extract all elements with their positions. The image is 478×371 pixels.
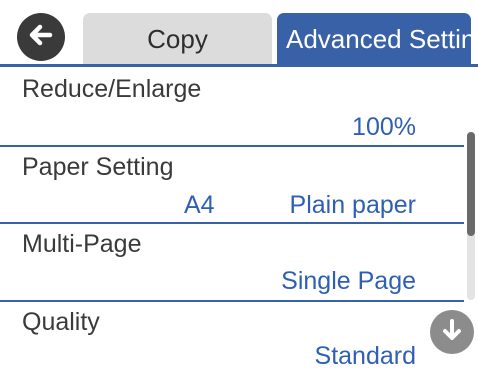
setting-row-reduce-enlarge[interactable]: Reduce/Enlarge 100% [0,67,464,145]
setting-row-quality[interactable]: Quality Standard [0,302,464,370]
setting-value: Standard [314,342,416,370]
setting-label: Reduce/Enlarge [22,75,202,103]
scrollbar-thumb[interactable] [467,132,475,236]
setting-value: 100% [352,113,416,141]
arrow-down-icon [439,317,465,348]
setting-label: Quality [22,308,100,336]
tab-advanced-settings-label: Advanced Setting [286,23,471,54]
setting-row-multi-page[interactable]: Multi-Page Single Page [0,224,464,300]
setting-label: Multi-Page [22,230,142,258]
setting-value: Single Page [281,267,416,295]
tab-advanced-settings[interactable]: Advanced Setting [277,13,471,65]
tab-copy[interactable]: Copy [83,13,272,65]
arrow-left-icon [26,20,56,55]
paper-type-value: Plain paper [289,191,416,219]
scroll-down-button[interactable] [430,310,474,354]
back-button[interactable] [17,13,65,61]
setting-label: Paper Setting [22,153,174,181]
tab-copy-label: Copy [147,23,208,54]
setting-row-paper-setting[interactable]: Paper Setting A4 Plain paper [0,147,464,222]
paper-size-value: A4 [184,191,215,219]
